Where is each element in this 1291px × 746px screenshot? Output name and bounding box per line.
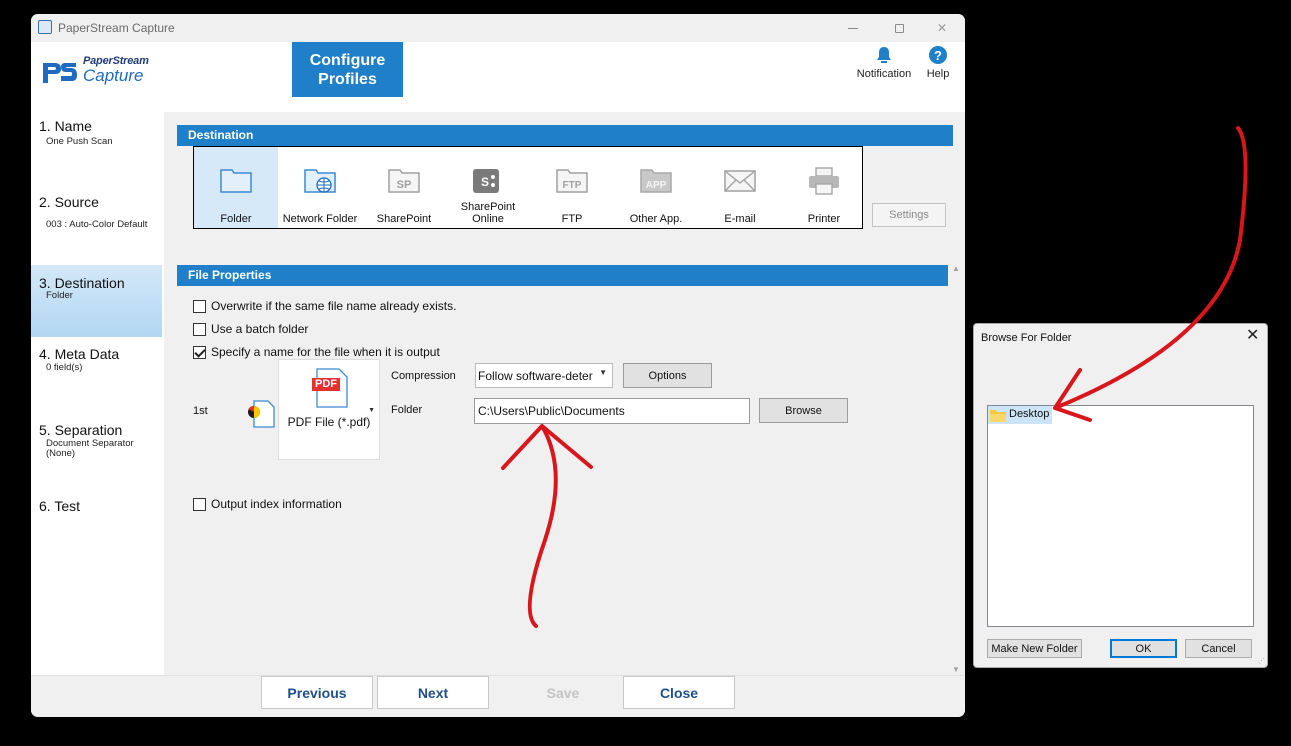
annotation-arrow-to-desktop [1053,126,1248,422]
annotation-arrows [501,126,1248,628]
annotation-arrow-to-folder-field [501,424,593,628]
